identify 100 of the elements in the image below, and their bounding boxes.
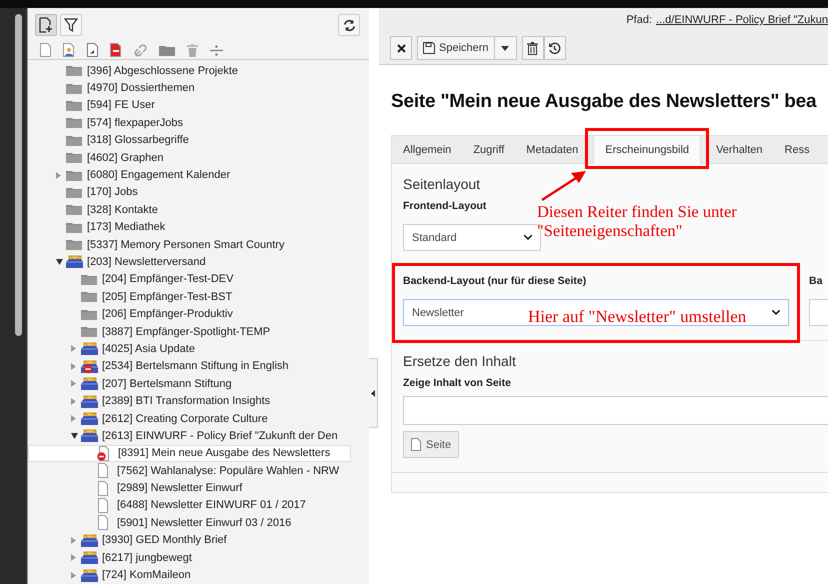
filter-button[interactable]: [60, 14, 82, 36]
tree-item[interactable]: [204] Empfänger-Test-DEV: [28, 270, 351, 288]
close-button[interactable]: [390, 36, 412, 60]
tree-item[interactable]: [2989] Newsletter Einwurf: [28, 479, 351, 497]
folder-icon: [66, 239, 82, 250]
tree-item[interactable]: [328] Kontakte: [28, 201, 351, 219]
divider-icon[interactable]: [210, 44, 223, 56]
field-label: Zeige Inhalt von Seite: [403, 377, 511, 389]
annotation-note: Hier auf "Newsletter" umstellen: [528, 307, 746, 326]
collapse-handle[interactable]: [369, 358, 378, 428]
folder-icon: [66, 222, 82, 233]
collapsed-caret-icon[interactable]: [71, 572, 76, 579]
save-button[interactable]: Speichern: [417, 36, 495, 60]
user-page-icon[interactable]: [63, 43, 75, 57]
collapsed-caret-icon[interactable]: [56, 172, 61, 179]
select-field[interactable]: Standard: [403, 224, 541, 251]
page-icon[interactable]: [110, 43, 122, 57]
page-icon[interactable]: [40, 43, 51, 57]
folder-icon: [81, 274, 97, 285]
collapsed-caret-icon[interactable]: [71, 415, 76, 422]
history-button[interactable]: [544, 36, 566, 60]
folder-icon: [66, 117, 82, 128]
tree-item[interactable]: [4025] Asia Update: [28, 340, 351, 358]
tree-item[interactable]: [205] Empfänger-Test-BST: [28, 288, 351, 306]
mail-folder-icon: [81, 376, 98, 392]
tree-item[interactable]: [203] Newsletterversand: [28, 253, 351, 271]
field-label: Backend-Layout (nur für diese Seite): [403, 275, 586, 287]
page-icon: [96, 515, 109, 530]
tree-item[interactable]: [173] Mediathek: [28, 218, 351, 236]
collapsed-caret-icon[interactable]: [71, 398, 76, 405]
tree-item[interactable]: [574] flexpaperJobs: [28, 114, 351, 132]
folder-icon[interactable]: [159, 44, 175, 56]
folder-icon: [66, 204, 82, 216]
page-icon: [411, 438, 421, 451]
tree-item[interactable]: [4602] Graphen: [28, 148, 351, 166]
folder-icon: [81, 326, 97, 338]
collapsed-caret-icon[interactable]: [71, 554, 76, 562]
tree-item[interactable]: [7562] Wahlanalyse: Populäre Wahlen - NRW: [28, 462, 351, 480]
page-heading: Seite "Mein neue Ausgabe des Newsletters" bea: [391, 91, 818, 113]
path-link[interactable]: ...d/EINWURF - Policy Brief "Zukun: [656, 14, 828, 26]
tree-item[interactable]: [318] Glossarbegriffe: [28, 132, 351, 149]
tree-item[interactable]: [594] FE User: [28, 96, 351, 114]
tree-item[interactable]: [5337] Memory Personen Smart Country: [28, 236, 351, 254]
collapsed-caret-icon[interactable]: [71, 536, 76, 544]
folder-icon: [66, 82, 82, 94]
mail-folder-icon: [81, 411, 98, 426]
section-title: Seitenlayout: [403, 176, 480, 192]
trash-icon[interactable]: [187, 44, 198, 56]
caret-icon: [501, 46, 510, 50]
tab[interactable]: Zugriff: [462, 136, 516, 164]
field-label: Frontend-Layout: [403, 200, 486, 212]
tree-item[interactable]: [207] Bertelsmann Stiftung: [28, 375, 351, 392]
tree-item[interactable]: [6080] Engagement Kalender: [28, 166, 351, 184]
tab[interactable]: Erscheinungsbild: [593, 136, 702, 164]
save-options-button[interactable]: [494, 36, 517, 60]
folder-icon: [66, 186, 82, 198]
tree-item[interactable]: [206] Empfänger-Produktiv: [28, 305, 351, 323]
tree-item[interactable]: [3887] Empfänger-Spotlight-TEMP: [28, 322, 351, 340]
page-input-field[interactable]: [403, 396, 828, 425]
tree-item[interactable]: [2613] EINWURF - Policy Brief "Zukunft der Den: [28, 427, 351, 445]
expanded-caret-icon[interactable]: [56, 258, 63, 265]
mail-folder-icon: [81, 394, 98, 409]
tab[interactable]: Allgemein: [392, 136, 462, 164]
tree-item[interactable]: [2534] Bertelsmann Stiftung in English: [28, 358, 351, 376]
mail-folder-icon: [81, 550, 98, 566]
page-icon: [96, 463, 109, 478]
tab[interactable]: Metadaten: [515, 136, 590, 164]
tree-item[interactable]: [6217] jungbewegt: [28, 548, 351, 566]
tree-item[interactable]: [6488] Newsletter EINWURF 01 / 2017: [28, 496, 351, 514]
folder-icon: [66, 170, 82, 181]
tree-item[interactable]: [2612] Creating Corporate Culture: [28, 410, 351, 428]
page-button[interactable]: Seite: [403, 431, 460, 458]
expanded-caret-icon[interactable]: [71, 432, 78, 439]
folder-icon: [81, 291, 97, 302]
tree-item[interactable]: [4970] Dossierthemen: [28, 79, 351, 97]
tree-item[interactable]: [5901] Newsletter Einwurf 03 / 2016: [28, 514, 351, 532]
tree-item[interactable]: [396] Abgeschlossene Projekte: [28, 62, 351, 80]
tree-item[interactable]: [170] Jobs: [28, 184, 351, 202]
link-icon[interactable]: [134, 44, 147, 56]
new-page-button[interactable]: [35, 14, 57, 36]
collapsed-caret-icon[interactable]: [71, 345, 76, 352]
hidden-mail-folder-icon: [81, 358, 98, 374]
tree-item[interactable]: [2389] BTI Transformation Insights: [28, 392, 351, 410]
scrollbar-thumb[interactable]: [15, 14, 22, 336]
folder-icon: [66, 134, 82, 146]
page-shortcut-icon[interactable]: [87, 43, 98, 57]
collapsed-caret-icon[interactable]: [71, 380, 76, 388]
hidden-page-icon: [97, 446, 110, 461]
tab[interactable]: Verhalten: [705, 136, 774, 164]
tree-item[interactable]: [724] KomMaileon: [28, 566, 351, 584]
folder-icon: [66, 152, 82, 164]
tab[interactable]: Ress: [774, 136, 821, 164]
refresh-button[interactable]: [338, 14, 360, 36]
trash-icon: [527, 42, 538, 54]
collapsed-caret-icon[interactable]: [71, 362, 76, 370]
mail-folder-icon: [81, 568, 98, 583]
refresh-icon: [342, 18, 356, 32]
tree-item[interactable]: [3930] GED Monthly Brief: [28, 532, 351, 549]
page-icon: [96, 498, 109, 513]
delete-button[interactable]: [522, 36, 544, 60]
